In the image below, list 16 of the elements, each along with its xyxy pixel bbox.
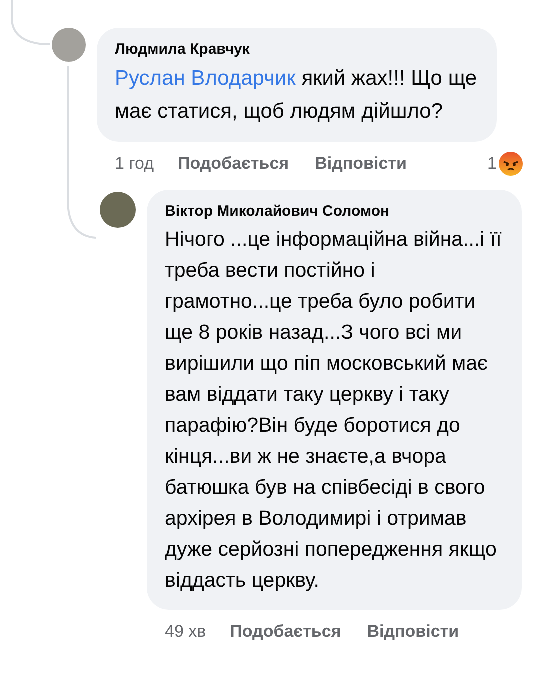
thread-line	[11, 0, 50, 45]
avatar[interactable]	[100, 192, 136, 228]
mention-link[interactable]: Руслан Влодарчик	[115, 67, 296, 90]
author-name[interactable]: Людмила Кравчук	[115, 40, 483, 60]
comment-text: Нічого ...це інформаційна війна...і її треба вести постійно і грамотно...це треба було робити ще 8 років назад...З чого всі ми вирішили що піп московський має вам віддати таку церкву і таку парафію?Він буде боротися до кінця...ви ж не знаєте,а вчора батюшка був на співбесіді в свого архірея в Володимирі і отримав дуже серйозні попередження якщо віддасть церкву.	[165, 227, 503, 594]
reply-link[interactable]: Відповісти	[367, 619, 460, 645]
timestamp[interactable]: 49 хв	[165, 619, 206, 645]
reply-link[interactable]: Відповісти	[315, 151, 407, 177]
timestamp[interactable]: 1 год	[115, 151, 154, 177]
like-link[interactable]: Подобається	[230, 619, 342, 645]
comment-text: Руслан Влодарчик який жах!!! Що ще має статися, щоб людям дійшло?	[115, 66, 478, 125]
like-link[interactable]: Подобається	[178, 151, 290, 177]
author-name[interactable]: Віктор Миколайович Соломон	[165, 202, 508, 222]
avatar[interactable]	[52, 28, 86, 62]
angry-face-icon[interactable]	[499, 152, 523, 176]
reaction-count[interactable]: 1	[488, 151, 497, 177]
